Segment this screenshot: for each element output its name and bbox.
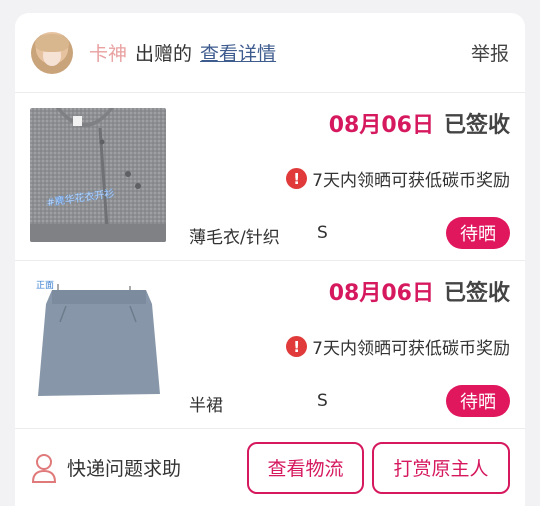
- card-header: 卡神 出赠的 查看详情 举报: [15, 13, 525, 93]
- skirt-image: 正面: [30, 276, 166, 410]
- avatar[interactable]: [31, 31, 73, 74]
- card-footer: 快递问题求助 查看物流 打赏原主人: [15, 429, 525, 506]
- notice-text: 7天内领晒可获低碳币奖励: [312, 171, 510, 191]
- reward-notice: ! 7天内领晒可获低碳币奖励: [286, 166, 510, 191]
- person-icon: [31, 453, 57, 483]
- order-card: 卡神 出赠的 查看详情 举报 #麂华花衣开衫 08月06日 已签收 ! 7天内领…: [15, 13, 525, 506]
- view-details-link[interactable]: 查看详情: [200, 39, 276, 66]
- pending-share-button[interactable]: 待晒: [446, 385, 510, 417]
- user-name[interactable]: 卡神: [89, 39, 127, 66]
- help-label: 快递问题求助: [67, 458, 182, 480]
- tip-owner-button[interactable]: 打赏原主人: [372, 441, 510, 494]
- list-item[interactable]: 正面 08月06日 已签收 ! 7天内领晒可获低碳币奖励 半裙 S 待晒: [15, 261, 525, 429]
- warning-icon: !: [286, 336, 308, 357]
- status-text: 已签收: [443, 113, 510, 138]
- delivery-date: 08月06日: [328, 113, 434, 138]
- item-category: 半裙: [189, 396, 223, 416]
- item-category: 薄毛衣/针织: [189, 228, 280, 248]
- item-size: S: [317, 223, 328, 243]
- view-logistics-button[interactable]: 查看物流: [247, 441, 364, 494]
- delivery-date: 08月06日: [328, 281, 434, 306]
- notice-text: 7天内领晒可获低碳币奖励: [312, 339, 510, 359]
- product-image-sweater[interactable]: #麂华花衣开衫: [30, 108, 166, 242]
- sweater-image: #麂华花衣开衫: [30, 108, 166, 242]
- list-item[interactable]: #麂华花衣开衫 08月06日 已签收 ! 7天内领晒可获低碳币奖励 薄毛衣/针织 …: [15, 93, 525, 261]
- status-text: 已签收: [443, 281, 510, 306]
- delivery-status: 08月06日 已签收: [329, 275, 510, 307]
- pending-share-button[interactable]: 待晒: [446, 217, 510, 249]
- reward-notice: ! 7天内领晒可获低碳币奖励: [286, 334, 510, 359]
- report-button[interactable]: 举报: [471, 39, 509, 66]
- product-image-skirt[interactable]: 正面: [30, 276, 166, 410]
- delivery-help[interactable]: 快递问题求助: [31, 453, 181, 483]
- image-tag: 正面: [36, 280, 54, 291]
- item-size: S: [317, 391, 328, 411]
- delivery-status: 08月06日 已签收: [329, 107, 510, 139]
- warning-icon: !: [286, 168, 308, 189]
- gift-text: 出赠的: [135, 43, 193, 65]
